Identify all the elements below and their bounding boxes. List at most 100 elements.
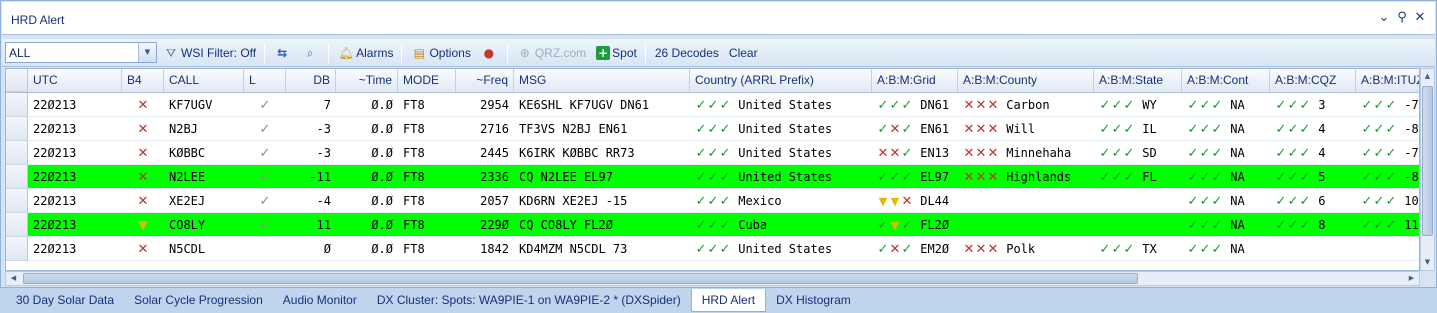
cell-cont: ✓✓✓ NA [1182, 213, 1270, 237]
clear-button[interactable]: Clear [725, 42, 762, 64]
column-header-db[interactable]: DB [286, 69, 336, 92]
column-header-county[interactable]: A:B:M:County [958, 69, 1094, 92]
scroll-left-icon[interactable]: ◀ [6, 272, 21, 285]
tab-solar-cycle-progression[interactable]: Solar Cycle Progression [124, 289, 273, 311]
check-icon: ✓ [1373, 170, 1385, 185]
row-header[interactable] [6, 117, 28, 141]
tab-30-day-solar-data[interactable]: 30 Day Solar Data [6, 289, 124, 311]
cell-cont: ✓✓✓ NA [1182, 165, 1270, 189]
scroll-right-icon[interactable]: ▶ [1404, 272, 1419, 285]
lookup-button[interactable]: ⌕ [298, 42, 324, 64]
column-header-b4[interactable]: B4 [122, 69, 164, 92]
column-header-freq[interactable]: ~Freq [456, 69, 514, 92]
horizontal-scroll-thumb[interactable] [23, 273, 1138, 284]
scroll-up-icon[interactable]: ▲ [1421, 69, 1434, 84]
filter-dropdown[interactable]: ALL ▼ [5, 42, 157, 63]
cell-cqz: ✓✓✓ 6 [1270, 189, 1356, 213]
cell-utc: 22Ø213 [28, 189, 122, 213]
table-row[interactable]: 22Ø213 ✕ KF7UGV ✓ 7 Ø.Ø FT8 2954 KE6SHL KF7UGV D… [6, 93, 1419, 117]
msg-value: KE6SHL KF7UGV DN61 [519, 98, 650, 112]
cell-ituz: ✓✓✓ 11 [1356, 213, 1419, 237]
cell-db: -11 [286, 165, 336, 189]
spot-label: Spot [612, 45, 637, 60]
check-icon: ✓ [877, 170, 889, 185]
check-icon: ✓ [1211, 170, 1223, 185]
row-header[interactable] [6, 237, 28, 261]
table-row[interactable]: 22Ø213 ✕ KØBBC ✓ -3 Ø.Ø FT8 2445 K6IRK KØBBC RR7… [6, 141, 1419, 165]
check-icon: ✓ [707, 218, 719, 233]
cross-icon: ✕ [987, 242, 999, 257]
options-label: Options [429, 45, 471, 60]
bomb-icon: ● [483, 45, 495, 60]
db-value: -4 [316, 194, 331, 208]
tab-dx-histogram[interactable]: DX Histogram [766, 289, 861, 311]
tab-hrd-alert[interactable]: HRD Alert [690, 289, 767, 312]
close-icon[interactable]: ✕ [1413, 11, 1427, 25]
cross-icon: ✕ [975, 146, 987, 161]
grid-header: UTC B4 CALL L DB ~Time MODE ~Freq MSG Country (AR… [6, 69, 1419, 93]
row-header[interactable] [6, 93, 28, 117]
row-header[interactable] [6, 165, 28, 189]
check-icon: ✓ [707, 98, 719, 113]
cell-grid: ✓ ▼ ✓ FL2Ø [872, 213, 958, 237]
mode-value: FT8 [403, 242, 425, 256]
vertical-scroll-thumb[interactable] [1422, 86, 1433, 236]
delete-button[interactable]: ● [477, 42, 503, 64]
row-header[interactable] [6, 141, 28, 165]
table-row[interactable]: 22Ø213 ▼ CO8LY ✓ 11 Ø.Ø FT8 229Ø CQ CO8LY FL2Ø ✓✓… [6, 213, 1419, 237]
column-header-cqz[interactable]: A:B:M:CQZ [1270, 69, 1356, 92]
gray-check-icon: ✓ [259, 218, 271, 233]
column-header-cont[interactable]: A:B:M:Cont [1182, 69, 1270, 92]
table-row[interactable]: 22Ø213 ✕ N2BJ ✓ -3 Ø.Ø FT8 2716 TF3VS N2BJ EN61 ✓… [6, 117, 1419, 141]
options-button[interactable]: ▤ Options [407, 42, 474, 64]
alarms-button[interactable]: 🔔︎ Alarms [334, 42, 397, 64]
cell-utc: 22Ø213 [28, 237, 122, 261]
scroll-down-icon[interactable]: ▼ [1421, 255, 1434, 270]
county-value: Polk [1006, 242, 1036, 256]
check-icon: ✓ [1111, 98, 1123, 113]
table-row[interactable]: 22Ø213 ✕ XE2EJ ✓ -4 Ø.Ø FT8 2057 KD6RN XE2EJ -15… [6, 189, 1419, 213]
cell-state: ✓✓✓ SD [1094, 141, 1182, 165]
qrz-button[interactable]: ⊕ QRZ.com [513, 42, 590, 64]
column-header-msg[interactable]: MSG [514, 69, 690, 92]
column-header-time[interactable]: ~Time [336, 69, 398, 92]
wsi-filter-button[interactable]: ⛛ WSI Filter: Off [159, 42, 260, 64]
cross-icon: ✕ [963, 122, 975, 137]
check-icon: ✓ [719, 98, 731, 113]
swap-button[interactable]: ⇆ [270, 42, 296, 64]
column-header-utc[interactable]: UTC [28, 69, 122, 92]
cell-county [958, 213, 1094, 237]
vertical-scrollbar[interactable]: ▲ ▼ [1420, 68, 1435, 271]
gray-check-icon: ✓ [259, 146, 271, 161]
time-value: Ø.Ø [371, 146, 393, 160]
table-row[interactable]: 22Ø213 ✕ N2LEE ✓ -11 Ø.Ø FT8 2336 CQ N2LEE EL97 ✓… [6, 165, 1419, 189]
tab-dx-cluster-spots-wa9pie-1-on-wa9pie-2-dxspider[interactable]: DX Cluster: Spots: WA9PIE-1 on WA9PIE-2 … [367, 289, 691, 311]
cell-msg: K6IRK KØBBC RR73 [514, 141, 690, 165]
cell-grid: ✓✓✓ DN61 [872, 93, 958, 117]
column-header-l[interactable]: L [244, 69, 286, 92]
cross-icon: ✕ [877, 146, 889, 161]
column-header-mode[interactable]: MODE [398, 69, 456, 92]
cross-icon: ✕ [963, 170, 975, 185]
check-icon: ✓ [1299, 146, 1311, 161]
row-header[interactable] [6, 189, 28, 213]
check-icon: ✓ [1275, 218, 1287, 233]
column-header-state[interactable]: A:B:M:State [1094, 69, 1182, 92]
horizontal-scrollbar[interactable]: ◀ ▶ [5, 271, 1420, 286]
column-header-ituz[interactable]: A:B:M:ITUZ [1356, 69, 1419, 92]
mode-value: FT8 [403, 146, 425, 160]
msg-value: K6IRK KØBBC RR73 [519, 146, 635, 160]
dropdown-arrow-icon[interactable]: ▼ [138, 43, 156, 62]
tab-audio-monitor[interactable]: Audio Monitor [273, 289, 367, 311]
pin-icon[interactable]: ⚲ [1395, 11, 1409, 25]
column-header-call[interactable]: CALL [164, 69, 244, 92]
column-header-country[interactable]: Country (ARRL Prefix) [690, 69, 872, 92]
row-header[interactable] [6, 213, 28, 237]
check-icon: ✓ [877, 218, 889, 233]
chevron-down-icon[interactable]: ⌄ [1377, 11, 1391, 25]
state-value: SD [1142, 146, 1157, 160]
spot-button[interactable]: + Spot [592, 42, 641, 64]
table-row[interactable]: 22Ø213 ✕ N5CDL Ø Ø.Ø FT8 1842 KD4MZM N5CDL 73 ✓✓… [6, 237, 1419, 261]
column-header-grid[interactable]: A:B:M:Grid [872, 69, 958, 92]
cell-state: ✓✓✓ FL [1094, 165, 1182, 189]
